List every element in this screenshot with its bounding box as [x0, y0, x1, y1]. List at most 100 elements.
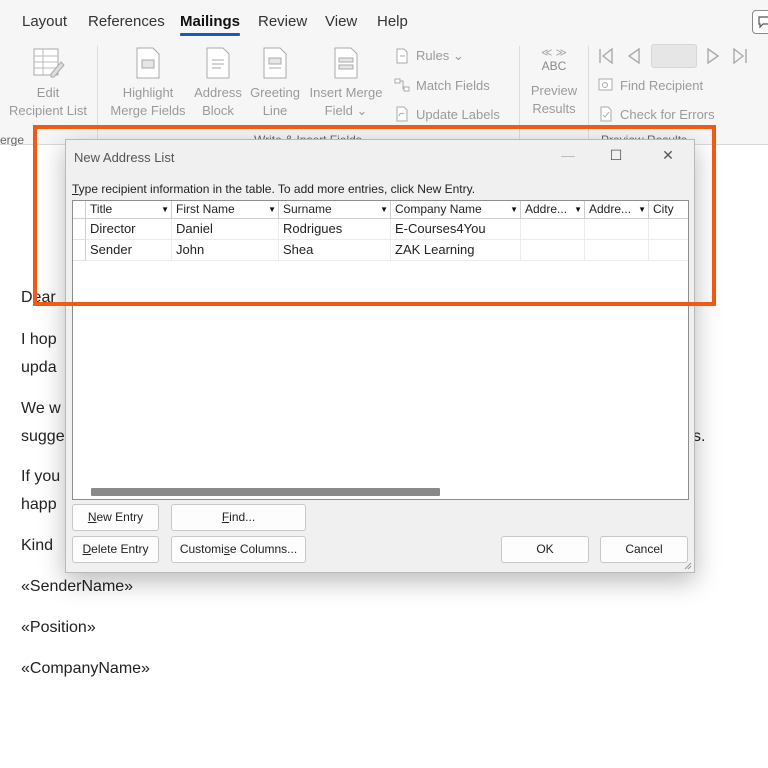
button-label: ew Entry: [96, 510, 144, 524]
previous-record-icon: [627, 47, 640, 65]
table-header: Title ▼ First Name ▼ Surname ▼ Company Name…: [73, 201, 688, 219]
column-header-label: City: [653, 202, 674, 216]
update-labels-label: Update Labels: [416, 106, 500, 122]
table-cell[interactable]: Daniel: [172, 219, 279, 240]
first-record-button[interactable]: [596, 46, 618, 68]
check-errors-button[interactable]: Check for Errors: [598, 106, 715, 122]
button-label: Customi: [179, 542, 224, 556]
highlight-merge-fields-button[interactable]: Highlight Merge Fields: [106, 46, 190, 120]
find-recipient-icon: [598, 78, 613, 91]
insert-merge-line2: Field ⌄: [324, 103, 368, 118]
update-labels-button[interactable]: Update Labels: [394, 106, 500, 122]
delete-entry-button[interactable]: Delete Entry: [72, 536, 159, 563]
table-cell[interactable]: ZAK Learning: [391, 240, 521, 261]
table-cell[interactable]: [649, 219, 688, 240]
insert-merge-line1: Insert Merge: [309, 85, 383, 100]
tab-layout[interactable]: Layout: [22, 13, 67, 30]
highlight-fields-icon: [136, 47, 160, 79]
last-record-button[interactable]: [730, 46, 752, 68]
row-selector[interactable]: [73, 240, 86, 261]
column-header-company-name[interactable]: Company Name ▼: [391, 201, 521, 219]
column-header-surname[interactable]: Surname ▼: [279, 201, 391, 219]
table-cell[interactable]: Rodrigues: [279, 219, 391, 240]
table-cell[interactable]: John: [172, 240, 279, 261]
dropdown-arrow-icon: ▼: [510, 205, 518, 214]
merge-field-sender-name: «SenderName»: [21, 578, 134, 595]
table-cell[interactable]: E-Courses4You: [391, 219, 521, 240]
comments-button[interactable]: [752, 10, 768, 34]
minimize-button[interactable]: —: [546, 144, 590, 168]
preview-results-button[interactable]: ≪ ≫ ABC Preview Results: [524, 48, 584, 118]
dropdown-arrow-icon: ▼: [380, 205, 388, 214]
table-cell[interactable]: [585, 240, 649, 261]
table-cell[interactable]: [649, 240, 688, 261]
dialog-title: New Address List: [74, 150, 175, 165]
cancel-button[interactable]: Cancel: [600, 536, 688, 563]
new-address-list-dialog: New Address List — ☐ ✕ Type recipient in…: [65, 139, 695, 573]
record-number-input[interactable]: [651, 44, 697, 68]
customise-columns-button[interactable]: Customise Columns...: [171, 536, 306, 563]
previous-record-button[interactable]: [624, 46, 646, 68]
insert-merge-field-button[interactable]: Insert Merge Field ⌄: [304, 46, 388, 120]
merge-field-position: «Position»: [21, 619, 96, 636]
tab-help[interactable]: Help: [377, 13, 408, 30]
doc-text: Dear: [21, 289, 56, 306]
recipient-table[interactable]: Title ▼ First Name ▼ Surname ▼ Company Name…: [72, 200, 689, 500]
ribbon-tab-bar: Layout References Mailings Review View H…: [0, 0, 768, 40]
find-button[interactable]: Find...: [171, 504, 306, 531]
update-labels-icon: [396, 106, 408, 122]
greeting-line-button[interactable]: Greeting Line: [246, 46, 304, 120]
find-recipient-button[interactable]: Find Recipient: [598, 77, 703, 93]
column-header-title[interactable]: Title ▼: [86, 201, 172, 219]
doc-text: upda: [21, 359, 57, 376]
table-cell[interactable]: Sender: [86, 240, 172, 261]
ok-button[interactable]: OK: [501, 536, 589, 563]
group-label-merge: erge: [0, 133, 25, 147]
close-button[interactable]: ✕: [646, 144, 690, 168]
tab-view[interactable]: View: [325, 13, 357, 30]
tab-mailings[interactable]: Mailings: [180, 13, 241, 36]
resize-grip-icon[interactable]: [682, 560, 692, 570]
column-header-label: Company Name: [395, 202, 482, 216]
scrollbar-thumb[interactable]: [91, 488, 440, 496]
edit-recipient-list-button[interactable]: Edit Recipient List: [6, 46, 90, 120]
address-block-button[interactable]: Address Block: [190, 46, 246, 120]
dropdown-arrow-icon: ▼: [574, 205, 582, 214]
highlight-line2: Merge Fields: [110, 103, 186, 118]
column-header-first-name[interactable]: First Name ▼: [172, 201, 279, 219]
tab-references[interactable]: References: [88, 13, 165, 30]
column-header-label: Surname: [283, 202, 332, 216]
preview-arrows-icon: ≪ ≫: [540, 47, 568, 59]
edit-recipient-line1: Edit: [36, 85, 60, 100]
column-header-city[interactable]: City: [649, 201, 688, 219]
match-fields-button[interactable]: Match Fields: [394, 77, 490, 93]
next-record-button[interactable]: [703, 46, 725, 68]
preview-line2: Results: [532, 101, 576, 116]
match-fields-label: Match Fields: [416, 77, 490, 93]
rules-button[interactable]: Rules ⌄: [394, 48, 464, 64]
preview-line1: Preview: [530, 83, 578, 98]
row-selector[interactable]: [73, 219, 86, 240]
edit-list-icon: [33, 48, 65, 78]
merge-field-company-name: «CompanyName»: [21, 660, 150, 677]
horizontal-scrollbar[interactable]: [73, 483, 688, 499]
maximize-button[interactable]: ☐: [594, 144, 638, 168]
table-cell[interactable]: [521, 240, 585, 261]
table-cell[interactable]: [585, 219, 649, 240]
table-cell[interactable]: Director: [86, 219, 172, 240]
dropdown-arrow-icon: ▼: [268, 205, 276, 214]
column-header-label: Addre...: [525, 202, 568, 216]
doc-text: happ: [21, 496, 57, 513]
rules-label: Rules ⌄: [416, 48, 464, 63]
table-cell[interactable]: [521, 219, 585, 240]
check-errors-icon: [600, 106, 612, 122]
new-entry-button[interactable]: New Entry: [72, 504, 159, 531]
column-header-address2[interactable]: Addre... ▼: [585, 201, 649, 219]
check-errors-label: Check for Errors: [620, 106, 715, 122]
address-line2: Block: [202, 103, 234, 118]
row-selector-header: [73, 201, 86, 219]
greeting-line2: Line: [262, 103, 288, 118]
table-cell[interactable]: Shea: [279, 240, 391, 261]
tab-review[interactable]: Review: [258, 13, 307, 30]
column-header-address1[interactable]: Addre... ▼: [521, 201, 585, 219]
